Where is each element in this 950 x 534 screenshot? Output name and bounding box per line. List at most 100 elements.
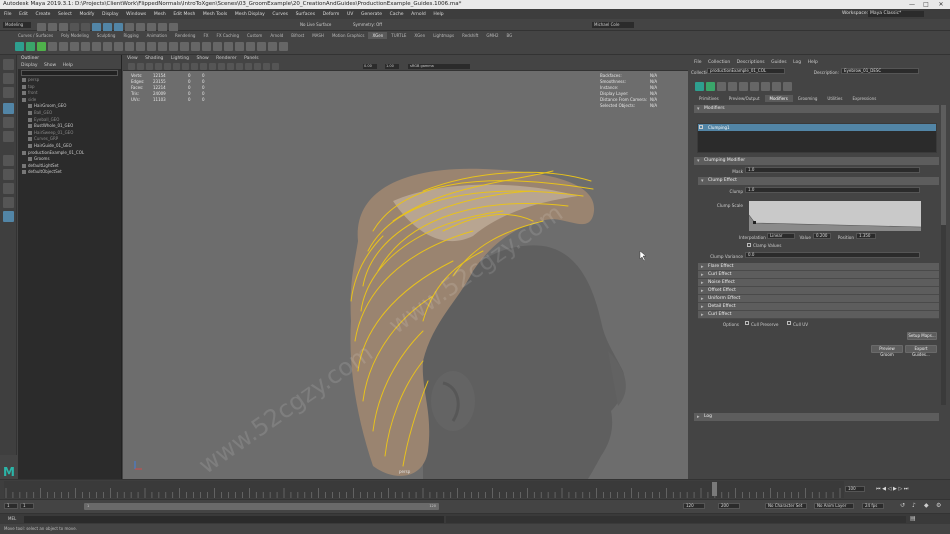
outliner-item[interactable]: front — [18, 90, 121, 97]
xgen-menu-collection[interactable]: Collection — [708, 60, 730, 65]
outliner-search-input[interactable] — [21, 70, 118, 76]
resolution-gate-icon[interactable] — [182, 63, 189, 70]
export-guides-button[interactable]: Export Guides... — [905, 345, 937, 357]
outliner-item[interactable]: persp — [18, 77, 121, 84]
viewport-menu-lighting[interactable]: Lighting — [171, 56, 189, 61]
xgen-menu-file[interactable]: File — [694, 60, 702, 65]
rotate-tool-icon[interactable] — [3, 117, 14, 128]
xgen-tool-icon[interactable] — [92, 42, 101, 51]
four-view-icon[interactable] — [3, 169, 14, 180]
xgen-editor-icon[interactable] — [15, 42, 24, 51]
shelf-tab[interactable]: Bifrost — [287, 32, 308, 39]
tab-modifiers[interactable]: Modifiers — [764, 95, 793, 102]
menu-windows[interactable]: Windows — [126, 12, 146, 17]
clump-scale-ramp[interactable] — [749, 201, 921, 231]
outliner-item[interactable]: Curves_GRP — [18, 136, 121, 143]
maximize-icon[interactable]: □ — [919, 0, 933, 9]
menu-deform[interactable]: Deform — [323, 12, 340, 17]
mel-label[interactable]: MEL — [8, 516, 16, 521]
fps-dropdown[interactable]: 24 fps — [862, 503, 884, 509]
outliner-item[interactable]: side — [18, 97, 121, 104]
xgen-tool-icon[interactable] — [59, 42, 68, 51]
collapsed-section[interactable]: Offset Effect — [698, 287, 939, 295]
loop-icon[interactable]: ↺ — [900, 502, 905, 509]
step-forward-icon[interactable]: ▷ — [898, 486, 902, 492]
single-view-icon[interactable] — [3, 155, 14, 166]
play-forward-icon[interactable]: ▶ — [893, 486, 897, 492]
log-section[interactable]: Log — [694, 413, 939, 421]
viewport-menu-shading[interactable]: Shading — [145, 56, 163, 61]
tab-preview-output[interactable]: Preview/Output — [724, 95, 765, 102]
outliner-item[interactable]: BustWhole_01_GEO — [18, 123, 121, 130]
xgen-tool-icon[interactable] — [81, 42, 90, 51]
menu-edit-mesh[interactable]: Edit Mesh — [173, 12, 195, 17]
smooth-shade-icon[interactable] — [227, 63, 234, 70]
current-frame-field[interactable]: 100 — [845, 486, 865, 492]
xgen-tool-icon[interactable] — [70, 42, 79, 51]
tab-utilities[interactable]: Utilities — [822, 95, 847, 102]
xgen-menu-descriptions[interactable]: Descriptions — [737, 60, 765, 65]
shelf-tab[interactable]: Custom — [243, 32, 266, 39]
field-chart-icon[interactable] — [200, 63, 207, 70]
xgen-tool-icon[interactable] — [48, 42, 57, 51]
paint-select-icon[interactable] — [3, 87, 14, 98]
camera-attr-icon[interactable] — [137, 63, 144, 70]
menu-help[interactable]: Help — [433, 12, 443, 17]
collapsed-section[interactable]: Uniform Effect — [698, 295, 939, 303]
colorspace-dropdown[interactable]: sRGB gamma — [408, 64, 470, 69]
xgen-tool-icon[interactable] — [180, 42, 189, 51]
anim-end-field[interactable]: 200 — [718, 503, 740, 509]
outliner-layout-icon[interactable] — [3, 183, 14, 194]
xgen-tool-icon[interactable] — [125, 42, 134, 51]
collapsed-section[interactable]: Noise Effect — [698, 279, 939, 287]
outliner-item[interactable]: defaultObjectSet — [18, 169, 121, 176]
xgen-tool-icon[interactable] — [235, 42, 244, 51]
xgen-tool-icon[interactable] — [169, 42, 178, 51]
xgen-tool-icon[interactable] — [136, 42, 145, 51]
shelf-tab[interactable]: FX Caching — [213, 32, 243, 39]
guide-tool-icon[interactable] — [739, 82, 748, 91]
grid-icon[interactable] — [164, 63, 171, 70]
bookmark-icon[interactable] — [146, 63, 153, 70]
wireframe-icon[interactable] — [218, 63, 225, 70]
time-ruler[interactable] — [4, 481, 849, 499]
outliner-menu-help[interactable]: Help — [63, 63, 73, 68]
xgen-tool-icon[interactable] — [246, 42, 255, 51]
interpolation-dropdown[interactable]: Linear — [767, 233, 795, 239]
collapsed-section[interactable]: Flare Effect — [698, 263, 939, 271]
film-gate-icon[interactable] — [173, 63, 180, 70]
shelf-tab[interactable]: Sculpting — [93, 32, 120, 39]
clump-effect-section[interactable]: Clump Effect — [698, 177, 939, 185]
cull-preserve-checkbox[interactable] — [745, 321, 749, 325]
playhead[interactable] — [712, 482, 717, 496]
menu-display[interactable]: Display — [102, 12, 119, 17]
outliner-item[interactable]: HairSweep_01_GEO — [18, 130, 121, 137]
command-input[interactable] — [24, 516, 444, 523]
time-slider[interactable]: 100 ⏮ ◀ ◁ ▶ ▷ ⏭ — [0, 479, 950, 499]
shelf-tab[interactable]: Curves / Surfaces — [14, 32, 57, 39]
gamma-field[interactable]: 1.00 — [385, 64, 399, 69]
xgen-tool-icon[interactable] — [279, 42, 288, 51]
collapsed-section[interactable]: Curl Effect — [698, 311, 939, 319]
shelf-tab[interactable]: TURTLE — [387, 32, 410, 39]
textured-icon[interactable] — [236, 63, 243, 70]
mode-dropdown[interactable]: Modeling — [3, 22, 31, 28]
xgen-tool-icon[interactable] — [114, 42, 123, 51]
collapsed-section[interactable]: Curl Effect — [698, 271, 939, 279]
viewport-menu-show[interactable]: Show — [196, 56, 208, 61]
menu-generate[interactable]: Generate — [361, 12, 382, 17]
workspace-dropdown[interactable]: Maya Classic* — [868, 11, 924, 17]
anim-layer-dropdown[interactable]: No Anim Layer — [814, 503, 854, 509]
value-field[interactable]: 0.200 — [813, 233, 831, 239]
range-start-field[interactable]: 1 — [20, 503, 34, 509]
guide-tool-icon[interactable] — [783, 82, 792, 91]
anim-start-field[interactable]: 1 — [4, 503, 18, 509]
camera-icon[interactable] — [128, 63, 135, 70]
shelf-tab[interactable]: Rendering — [171, 32, 199, 39]
xgen-tool-icon[interactable] — [158, 42, 167, 51]
play-back-icon[interactable]: ◁ — [888, 486, 892, 492]
viewport-menu-panels[interactable]: Panels — [244, 56, 258, 61]
xray-icon[interactable] — [263, 63, 270, 70]
shelf-tab[interactable]: Lightmaps — [429, 32, 458, 39]
range-end-field[interactable]: 120 — [683, 503, 705, 509]
